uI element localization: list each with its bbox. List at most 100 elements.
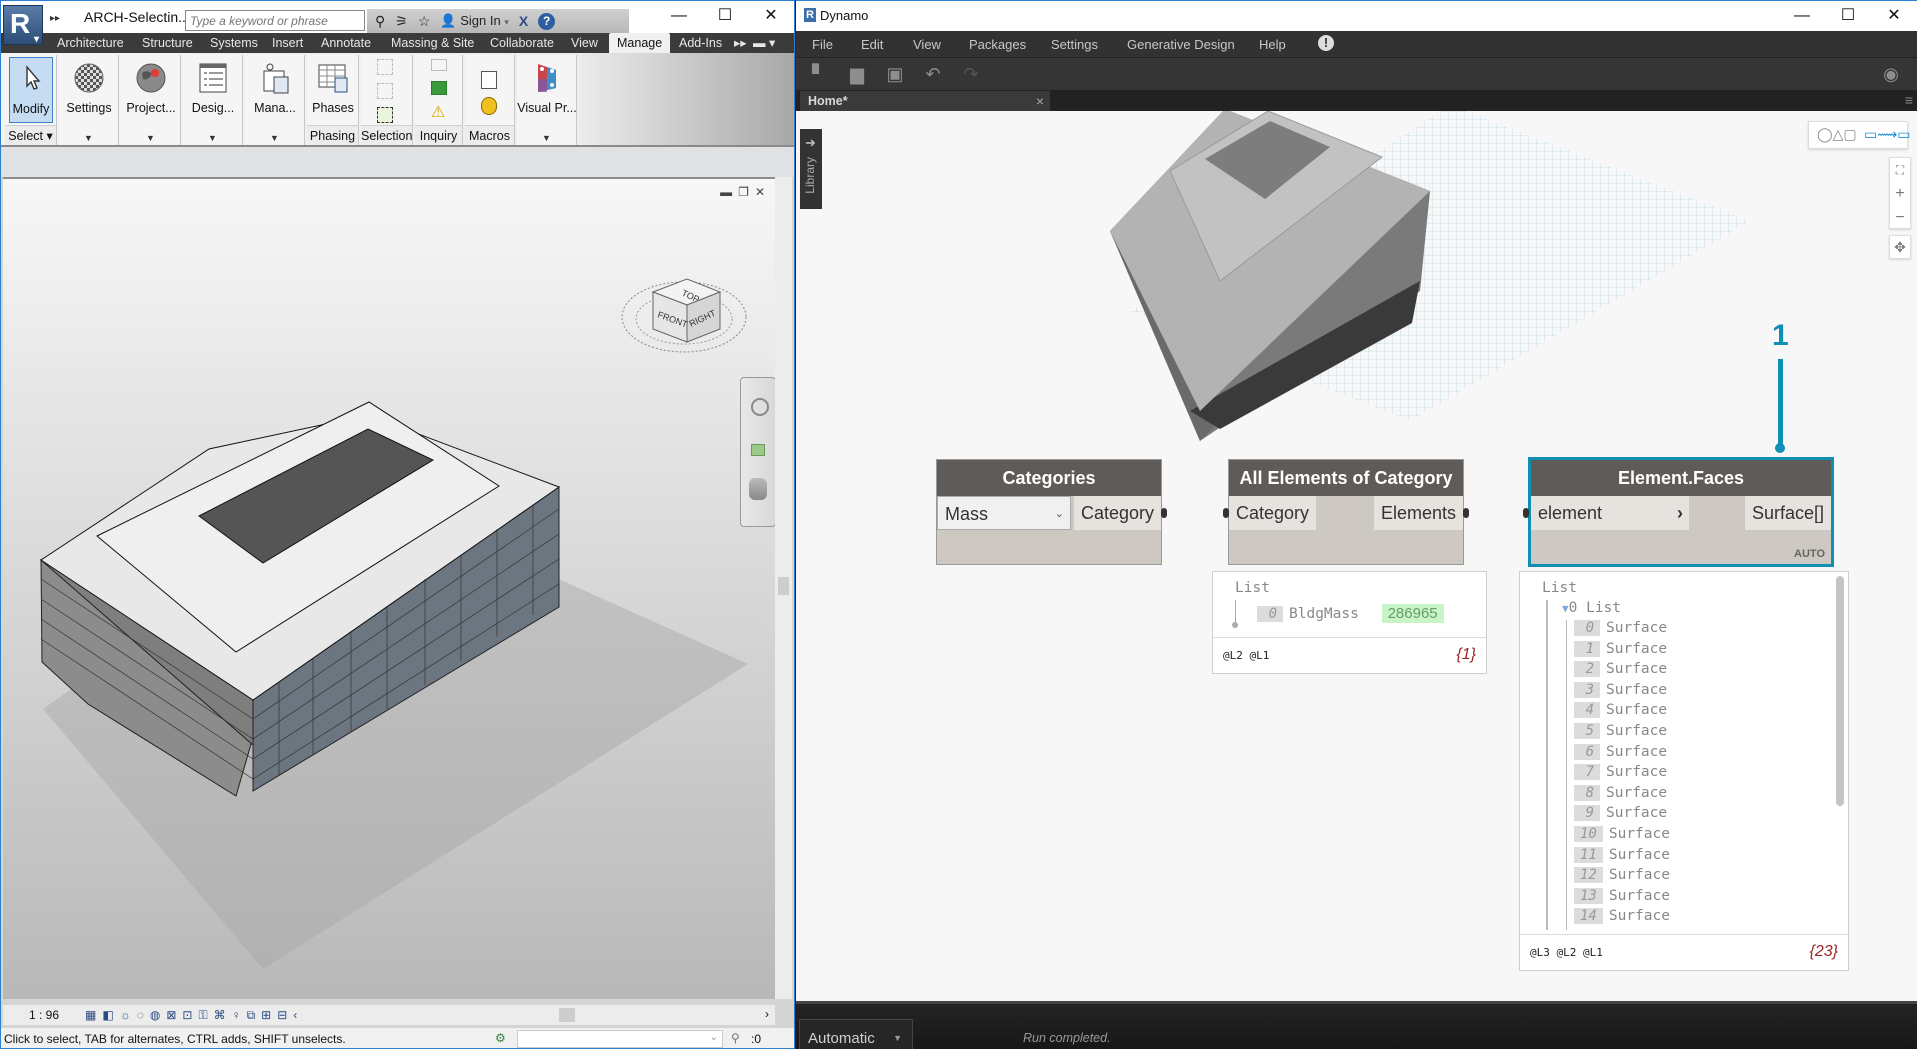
- building-mass-model[interactable]: [3, 179, 775, 999]
- dropdown-arrow-icon[interactable]: ▼: [84, 133, 93, 143]
- ids-of-selection-icon[interactable]: [431, 59, 447, 71]
- element-id-link[interactable]: 286965: [1381, 604, 1444, 623]
- open-file-icon[interactable]: ▆: [847, 64, 867, 84]
- macro-manager-icon[interactable]: [481, 71, 497, 89]
- subscription-icon[interactable]: ⚞: [395, 13, 408, 30]
- output-port-elements[interactable]: Elements: [1373, 496, 1463, 530]
- input-connector[interactable]: [1223, 508, 1229, 518]
- load-selection-icon[interactable]: [377, 83, 393, 99]
- design-options-select[interactable]: ⌄: [517, 1030, 723, 1048]
- shadows-icon[interactable]: ◌: [137, 1008, 144, 1023]
- pan-icon[interactable]: ✥: [1889, 235, 1911, 259]
- dynamo-maximize-button[interactable]: ☐: [1825, 1, 1871, 31]
- show-rendering-icon[interactable]: ◍: [150, 1008, 160, 1023]
- macro-security-icon[interactable]: [481, 97, 497, 115]
- dropdown-arrow-icon[interactable]: ▼: [208, 133, 217, 143]
- menu-edit[interactable]: Edit: [861, 37, 883, 52]
- output-connector[interactable]: [1463, 508, 1469, 518]
- revit-close-button[interactable]: ✕: [748, 1, 794, 31]
- close-tab-icon[interactable]: ×: [1036, 93, 1044, 109]
- save-icon[interactable]: ▣: [885, 64, 905, 84]
- project-location-button[interactable]: Project...: [121, 57, 181, 115]
- dropdown-arrow-icon[interactable]: ▼: [542, 133, 551, 143]
- edit-selection-icon[interactable]: [377, 107, 393, 123]
- temporary-view-properties-icon[interactable]: ⧉: [247, 1008, 256, 1023]
- menu-settings[interactable]: Settings: [1051, 37, 1098, 52]
- output-connector[interactable]: [1161, 508, 1167, 518]
- tab-systems[interactable]: Systems: [210, 33, 258, 53]
- geometry-view-icon[interactable]: ◯△▢: [1817, 126, 1857, 143]
- zoom-out-icon[interactable]: −: [1890, 206, 1910, 230]
- dropdown-arrow-icon[interactable]: ▼: [270, 133, 279, 143]
- visual-style-icon[interactable]: ◧: [102, 1008, 113, 1023]
- more-tabs-icon[interactable]: ▸▸: [734, 33, 747, 53]
- modify-button[interactable]: Modify: [9, 57, 53, 123]
- reveal-hidden-icon[interactable]: ♀: [232, 1008, 241, 1023]
- zoom-in-icon[interactable]: +: [1890, 182, 1910, 206]
- tab-view[interactable]: View: [571, 33, 598, 53]
- menu-help[interactable]: Help: [1259, 37, 1286, 52]
- menu-packages[interactable]: Packages: [969, 37, 1026, 52]
- view-scale[interactable]: 1 : 96: [29, 1008, 59, 1022]
- lock-3d-view-icon[interactable]: ⚿: [198, 1008, 207, 1023]
- detail-level-icon[interactable]: ▦: [85, 1008, 96, 1023]
- node-categories[interactable]: Categories Mass ⌄ Category: [936, 459, 1167, 565]
- dynamo-minimize-button[interactable]: —: [1779, 1, 1825, 31]
- vertical-scrollbar[interactable]: [775, 177, 792, 999]
- menu-file[interactable]: File: [812, 37, 833, 52]
- tab-architecture[interactable]: Architecture: [57, 33, 124, 53]
- export-image-camera-icon[interactable]: ◉: [1879, 64, 1903, 84]
- dropdown-arrow-icon[interactable]: ▼: [146, 133, 155, 143]
- tab-structure[interactable]: Structure: [142, 33, 193, 53]
- worksets-icon[interactable]: ⚙: [495, 1031, 506, 1045]
- favorites-star-icon[interactable]: ☆: [418, 13, 431, 30]
- undo-icon[interactable]: ↶: [923, 64, 943, 84]
- node-all-elements-of-category[interactable]: All Elements of Category Category Elemen…: [1223, 459, 1469, 565]
- category-dropdown[interactable]: Mass ⌄: [937, 496, 1071, 530]
- sun-path-icon[interactable]: ☼: [120, 1008, 131, 1023]
- revit-minimize-button[interactable]: —: [656, 1, 702, 31]
- watch-element-faces[interactable]: List ▼0 List 0 Surface 1 Surface 2 Surface 3 Su…: [1519, 571, 1849, 971]
- tab-massing-site[interactable]: Massing & Site: [391, 33, 474, 53]
- manage-links-button[interactable]: Mana...: [245, 57, 305, 115]
- show-crop-region-icon[interactable]: ⊡: [182, 1008, 192, 1023]
- watch-sublist[interactable]: ▼0 List: [1562, 600, 1621, 616]
- tab-collaborate[interactable]: Collaborate: [490, 33, 554, 53]
- input-connector[interactable]: [1523, 508, 1529, 518]
- horizontal-scrollbar-thumb[interactable]: [559, 1008, 575, 1022]
- watch-all-elements[interactable]: List 0 BldgMass 286965 @L2 @L1 {1}: [1212, 571, 1487, 674]
- node-element-faces[interactable]: Element.Faces element › Surface[] AUTO: [1523, 457, 1834, 567]
- design-options-button[interactable]: Desig...: [183, 57, 243, 115]
- output-port-category[interactable]: Category: [1073, 496, 1161, 530]
- settings-button[interactable]: Settings: [59, 57, 119, 115]
- scroll-right-icon[interactable]: ›: [765, 1007, 769, 1021]
- tab-annotate[interactable]: Annotate: [321, 33, 371, 53]
- tab-manage[interactable]: Manage: [609, 33, 671, 53]
- quick-access-expand-icon[interactable]: ▸▸: [50, 13, 60, 24]
- scrollbar-thumb[interactable]: [778, 577, 789, 595]
- expand-triangle-icon[interactable]: ▼: [1562, 602, 1569, 615]
- dynamo-close-button[interactable]: ✕: [1871, 1, 1917, 31]
- input-port-category[interactable]: Category: [1229, 496, 1317, 530]
- filter-icon[interactable]: ⚲: [731, 1031, 740, 1045]
- tab-home[interactable]: Home* ×: [800, 91, 1050, 111]
- warnings-icon[interactable]: ⚠: [431, 105, 447, 121]
- 3d-view-canvas[interactable]: ▬ ❐ ✕ TOP FRONT RIGHT: [3, 177, 775, 999]
- exchange-x-icon[interactable]: X: [519, 13, 528, 29]
- graph-view-icon[interactable]: ▭⟿▭: [1864, 126, 1911, 143]
- notification-icon[interactable]: !: [1318, 35, 1334, 51]
- menu-view[interactable]: View: [913, 37, 941, 52]
- menu-generative-design[interactable]: Generative Design: [1127, 37, 1235, 52]
- temporary-hide-icon[interactable]: ⌘: [214, 1008, 226, 1023]
- tabs-menu-icon[interactable]: ≡: [1905, 92, 1913, 108]
- search-input[interactable]: [185, 10, 365, 31]
- zoom-to-fit-icon[interactable]: ⛶: [1890, 158, 1910, 182]
- run-mode-select[interactable]: Automatic ▼: [799, 1019, 913, 1049]
- sign-in-button[interactable]: 👤 Sign In ▾: [440, 13, 508, 29]
- help-button[interactable]: ?: [538, 12, 556, 30]
- worksharing-display-icon[interactable]: ⊞: [261, 1008, 271, 1023]
- graph-canvas[interactable]: ◯△▢ ▭⟿▭ ⛶ + − ✥ 1 Categories Mass ⌄ Cate…: [800, 111, 1917, 998]
- watch-scrollbar[interactable]: [1836, 576, 1844, 806]
- library-toggle[interactable]: ➜ Library: [800, 129, 822, 209]
- revit-maximize-button[interactable]: ☐: [702, 1, 748, 31]
